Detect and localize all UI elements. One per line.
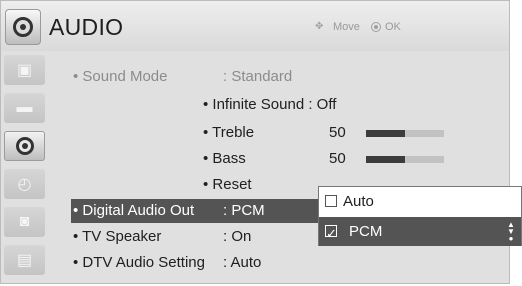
bass-value: 50 (329, 150, 346, 167)
treble-value: 50 (329, 124, 346, 141)
menu-item-dtv-audio-setting[interactable]: • DTV Audio Setting : Auto (73, 251, 509, 275)
option-pcm[interactable]: PCM ▲▼● (319, 217, 521, 248)
sidebar-item-lock[interactable]: ◙ (4, 207, 45, 237)
treble-slider[interactable] (366, 130, 444, 137)
sidebar-item-time[interactable]: ◴ (4, 169, 45, 199)
clock-icon: ◴ (17, 176, 32, 193)
option-auto[interactable]: Auto (319, 187, 521, 216)
sidebar-item-screen[interactable]: ▬ (4, 93, 45, 123)
checkbox-auto[interactable] (325, 195, 337, 207)
audio-icon (15, 137, 34, 155)
speaker-icon (5, 9, 41, 45)
hint-move-label: Move (333, 21, 360, 33)
lock-icon: ◙ (19, 213, 30, 230)
category-sidebar: ▣ ▬ ◴ ◙ ▤ (1, 51, 51, 283)
sound-mode-value: : Standard (223, 68, 293, 85)
option-icon: ▤ (16, 252, 33, 269)
sidebar-item-option[interactable]: ▤ (4, 245, 45, 275)
treble-label: • Treble (203, 124, 255, 141)
bass-label: • Bass (203, 150, 246, 167)
menu-header: AUDIO ✥ Move OK (1, 1, 509, 51)
bass-slider[interactable] (366, 156, 444, 163)
checkbox-pcm[interactable] (325, 219, 337, 248)
menu-item-sound-mode[interactable]: • Sound Mode : Standard (73, 65, 509, 89)
ok-circle-icon (371, 22, 381, 32)
arrow-cross-icon: ✥ (315, 21, 324, 32)
tv-speaker-label: • TV Speaker (73, 228, 162, 245)
menu-item-treble[interactable]: • Treble 50 (203, 121, 503, 145)
hint-ok-label: OK (385, 21, 401, 33)
audio-settings-list: • Sound Mode : Standard • Infinite Sound… (71, 51, 509, 283)
dtv-audio-setting-value: : Auto (223, 254, 262, 271)
sidebar-item-picture[interactable]: ▣ (4, 55, 45, 85)
infinite-sound-label: • Infinite Sound : Off (203, 96, 337, 113)
digital-audio-out-value: : PCM (223, 202, 265, 219)
bass-slider-fill (366, 156, 405, 163)
sidebar-item-audio[interactable] (4, 131, 45, 161)
tv-speaker-value: : On (223, 228, 252, 245)
treble-slider-fill (366, 130, 405, 137)
dtv-audio-setting-label: • DTV Audio Setting (73, 254, 205, 271)
sound-mode-label: • Sound Mode (73, 68, 168, 85)
picture-icon: ▣ (16, 62, 33, 79)
digital-audio-out-dropdown: Auto PCM ▲▼● (318, 186, 522, 248)
option-pcm-label: PCM (349, 223, 383, 240)
menu-item-bass[interactable]: • Bass 50 (203, 147, 503, 171)
digital-audio-out-label: • Digital Audio Out (73, 202, 195, 219)
scroll-updown-icon: ▲ ▼ ● (507, 220, 515, 243)
page-title: AUDIO (49, 14, 124, 40)
menu-item-infinite-sound[interactable]: • Infinite Sound : Off (203, 93, 503, 117)
reset-label: • Reset (203, 176, 252, 193)
screen-icon: ▬ (16, 99, 33, 116)
option-auto-label: Auto (343, 193, 374, 210)
